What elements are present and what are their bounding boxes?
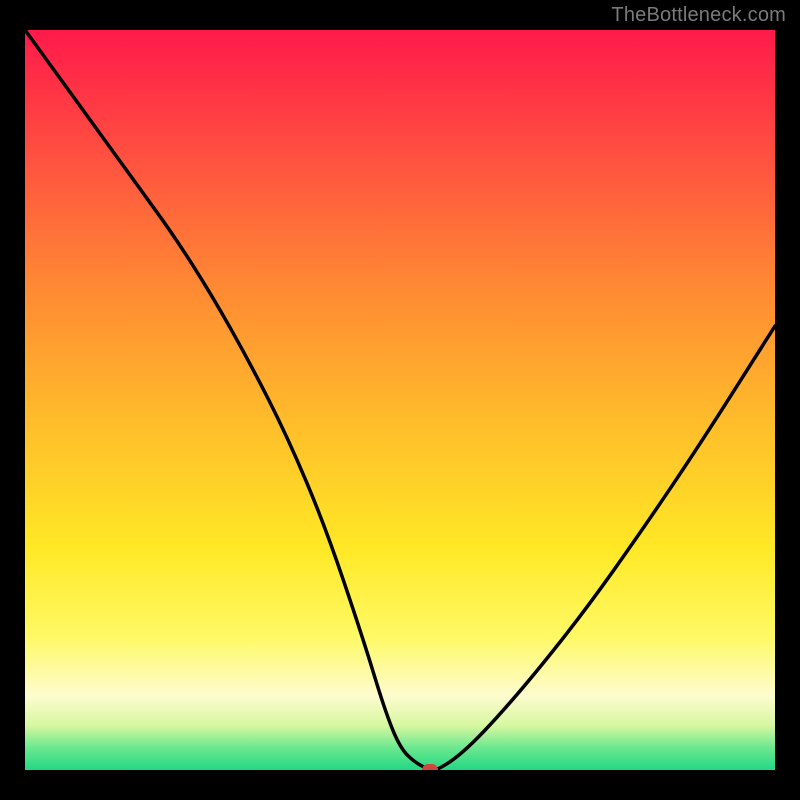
watermark-text: TheBottleneck.com: [611, 4, 786, 27]
optimal-point-marker: [422, 764, 438, 770]
plot-area: [25, 30, 775, 770]
bottleneck-curve: [25, 30, 775, 770]
